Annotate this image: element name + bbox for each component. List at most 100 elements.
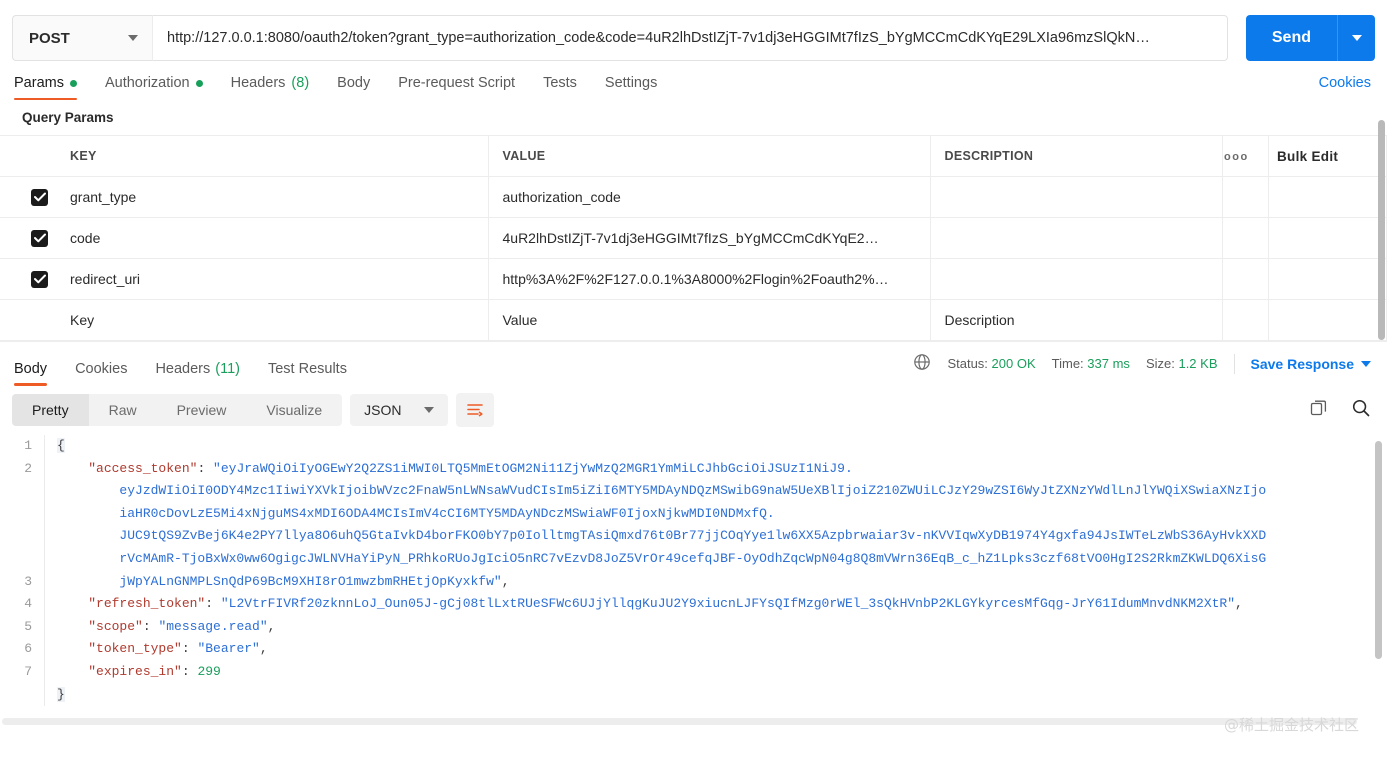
send-button-group: Send: [1246, 15, 1375, 61]
new-param-value-input[interactable]: Value: [488, 300, 930, 341]
tab-authorization[interactable]: Authorization: [105, 75, 217, 100]
code-line: {: [57, 435, 1367, 458]
tab-settings-label: Settings: [605, 75, 657, 91]
response-tab-headers-count: (11): [215, 361, 240, 377]
view-mode-raw[interactable]: Raw: [89, 394, 157, 426]
tab-params[interactable]: Params: [14, 75, 91, 100]
response-tabs: Body Cookies Headers (11) Test Results: [14, 342, 375, 386]
response-tab-test-results[interactable]: Test Results: [268, 361, 347, 386]
chevron-down-icon: [128, 35, 138, 41]
code-token: :: [182, 664, 198, 679]
new-param-description-input[interactable]: Description: [930, 300, 1223, 341]
header-value: VALUE: [488, 136, 930, 177]
code-token: }: [57, 687, 65, 702]
send-options-button[interactable]: [1337, 15, 1375, 61]
param-value[interactable]: authorization_code: [488, 177, 930, 218]
row-spacer: [1269, 300, 1387, 341]
tab-body[interactable]: Body: [337, 75, 384, 100]
status-info: Status: 200 OK: [947, 356, 1035, 371]
query-params-title: Query Params: [0, 100, 1387, 135]
tab-params-label: Params: [14, 75, 64, 91]
line-number: 6: [0, 638, 32, 661]
row-spacer: [1223, 300, 1269, 341]
header-key: KEY: [56, 136, 488, 177]
json-code-content[interactable]: { "access_token": "eyJraWQiOiIyOGEwY2Q2Z…: [44, 435, 1387, 706]
tab-settings[interactable]: Settings: [605, 75, 671, 100]
code-token: :: [205, 596, 221, 611]
cookies-link[interactable]: Cookies: [1319, 75, 1371, 100]
code-token: "L2VtrFIVRf20zknnLoJ_Oun05J-gCj08tlLxtRU…: [221, 596, 1235, 611]
copy-icon[interactable]: [1309, 398, 1329, 423]
code-token: [57, 619, 88, 634]
param-value[interactable]: http%3A%2F%2F127.0.0.1%3A8000%2Flogin%2F…: [488, 259, 930, 300]
code-line: "access_token": "eyJraWQiOiIyOGEwY2Q2ZS1…: [57, 458, 1367, 594]
row-checkbox[interactable]: [31, 271, 48, 288]
save-response-button[interactable]: Save Response: [1251, 356, 1372, 372]
new-param-key-input[interactable]: Key: [56, 300, 488, 341]
response-tab-body[interactable]: Body: [14, 361, 47, 386]
table-options-button[interactable]: ooo: [1223, 136, 1269, 177]
tab-tests-label: Tests: [543, 75, 577, 91]
line-number: 3: [0, 571, 32, 594]
code-line: }: [57, 684, 1367, 707]
code-token: :: [197, 461, 213, 476]
response-body-scrollbar[interactable]: [1375, 441, 1382, 659]
param-key[interactable]: grant_type: [56, 177, 488, 218]
row-checkbox[interactable]: [31, 230, 48, 247]
send-button[interactable]: Send: [1246, 15, 1337, 61]
response-tab-cookies[interactable]: Cookies: [75, 361, 127, 386]
query-params-table: KEY VALUE DESCRIPTION ooo Bulk Edit gran…: [0, 135, 1387, 341]
bulk-edit-label: Bulk Edit: [1277, 149, 1338, 164]
param-key[interactable]: redirect_uri: [56, 259, 488, 300]
chevron-down-icon: [424, 407, 434, 413]
code-token: "eyJraWQiOiIyOGEwY2Q2ZS1iMWI0LTQ5MmEtOGM…: [57, 461, 1266, 589]
url-input[interactable]: http://127.0.0.1:8080/oauth2/token?grant…: [152, 15, 1228, 61]
tab-tests[interactable]: Tests: [543, 75, 591, 100]
response-tab-headers[interactable]: Headers (11): [155, 361, 240, 386]
param-value[interactable]: 4uR2lhDstIZjT-7v1dj3eHGGIMt7fIzS_bYgMCCm…: [488, 218, 930, 259]
tab-pre-request-script[interactable]: Pre-request Script: [398, 75, 529, 100]
tab-headers[interactable]: Headers (8): [231, 75, 324, 100]
view-mode-visualize[interactable]: Visualize: [246, 394, 342, 426]
row-spacer: [1269, 177, 1387, 218]
tab-headers-label: Headers: [231, 75, 286, 91]
response-body-hscrollbar[interactable]: [2, 718, 1357, 725]
row-spacer: [1223, 177, 1269, 218]
code-token: "expires_in": [88, 664, 182, 679]
param-description[interactable]: [930, 218, 1223, 259]
request-pane-scrollbar[interactable]: [1378, 120, 1385, 340]
code-token: ,: [268, 619, 276, 634]
row-spacer: [1269, 259, 1387, 300]
line-number: 5: [0, 616, 32, 639]
response-tab-cookies-label: Cookies: [75, 361, 127, 377]
code-token: 299: [197, 664, 220, 679]
row-checkbox-cell: [0, 300, 56, 341]
status-label: Status:: [947, 356, 987, 371]
view-mode-switcher: Pretty Raw Preview Visualize: [12, 394, 342, 426]
table-header-row: KEY VALUE DESCRIPTION ooo Bulk Edit: [0, 136, 1387, 177]
code-token: [57, 664, 88, 679]
response-actions: [1309, 398, 1371, 423]
param-description[interactable]: [930, 259, 1223, 300]
postman-app-window: POST http://127.0.0.1:8080/oauth2/token?…: [0, 0, 1387, 761]
line-number: 4: [0, 593, 32, 616]
view-mode-preview[interactable]: Preview: [157, 394, 247, 426]
response-body-viewer[interactable]: 1 2 3 4 5 6 7 { "access_token": "eyJraWQ…: [0, 435, 1387, 727]
code-token: "access_token": [88, 461, 197, 476]
code-line: "scope": "message.read",: [57, 616, 1367, 639]
code-token: "scope": [88, 619, 143, 634]
response-format-toolbar: Pretty Raw Preview Visualize JSON: [0, 385, 1387, 435]
param-key[interactable]: code: [56, 218, 488, 259]
header-checkbox-col: [0, 136, 56, 177]
row-checkbox-cell: [0, 218, 56, 259]
param-description[interactable]: [930, 177, 1223, 218]
wrap-lines-button[interactable]: [456, 393, 494, 427]
table-row: code 4uR2lhDstIZjT-7v1dj3eHGGIMt7fIzS_bY…: [0, 218, 1387, 259]
http-method-select[interactable]: POST: [12, 15, 152, 61]
view-mode-pretty[interactable]: Pretty: [12, 394, 89, 426]
language-select[interactable]: JSON: [350, 394, 447, 426]
row-checkbox-cell: [0, 177, 56, 218]
row-checkbox[interactable]: [31, 189, 48, 206]
search-icon[interactable]: [1351, 398, 1371, 423]
bulk-edit-button[interactable]: Bulk Edit: [1269, 136, 1387, 177]
